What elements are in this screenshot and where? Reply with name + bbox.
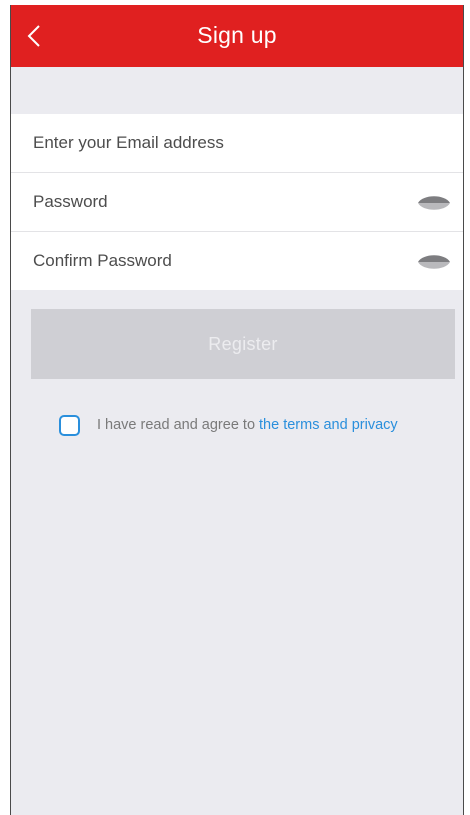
eye-toggle-icon[interactable] xyxy=(417,253,451,271)
register-button[interactable]: Register xyxy=(31,309,455,379)
terms-agreement: I have read and agree to the terms and p… xyxy=(59,413,398,437)
app-screen: Sign up Register I have read and agree t… xyxy=(10,5,464,815)
confirm-password-row xyxy=(11,232,463,290)
confirm-password-field[interactable] xyxy=(33,232,403,290)
email-row xyxy=(11,114,463,173)
agree-checkbox[interactable] xyxy=(59,414,80,436)
password-row xyxy=(11,173,463,232)
terms-privacy-link[interactable]: the terms and privacy xyxy=(259,417,398,433)
email-field[interactable] xyxy=(33,114,403,172)
signup-form xyxy=(11,114,463,290)
top-bar: Sign up xyxy=(11,5,463,67)
password-field[interactable] xyxy=(33,173,403,231)
page-title: Sign up xyxy=(197,22,277,48)
agree-label: I have read and agree to xyxy=(97,417,256,433)
eye-toggle-icon[interactable] xyxy=(417,194,451,212)
